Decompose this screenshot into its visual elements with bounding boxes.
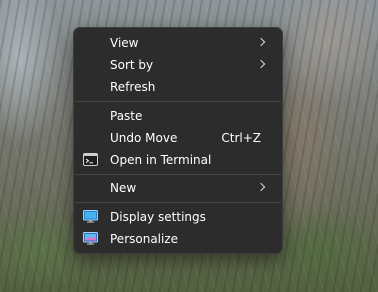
menu-item-view[interactable]: View — [78, 32, 278, 54]
chevron-right-icon — [256, 37, 266, 47]
menu-item-refresh-label: Refresh — [110, 80, 156, 94]
menu-item-open-in-terminal-label: Open in Terminal — [110, 153, 212, 167]
menu-item-paste-label: Paste — [110, 109, 143, 123]
desktop-context-menu: View Sort by Refresh Paste Undo Move Ctr… — [73, 27, 283, 254]
menu-item-new[interactable]: New — [78, 177, 278, 199]
menu-item-display-settings-label: Display settings — [110, 210, 206, 224]
chevron-right-icon — [256, 182, 266, 192]
chevron-right-icon — [256, 59, 266, 69]
personalize-icon — [83, 232, 98, 245]
menu-item-personalize[interactable]: Personalize — [78, 228, 278, 250]
menu-item-new-label: New — [110, 181, 137, 195]
undo-move-shortcut: Ctrl+Z — [221, 131, 261, 145]
menu-item-undo-move-label: Undo Move — [110, 131, 178, 145]
menu-item-view-label: View — [110, 36, 139, 50]
menu-item-sort-by-label: Sort by — [110, 58, 154, 72]
terminal-icon — [83, 153, 98, 166]
menu-item-personalize-label: Personalize — [110, 232, 179, 246]
menu-separator — [75, 101, 281, 102]
menu-item-undo-move[interactable]: Undo Move Ctrl+Z — [78, 127, 278, 149]
menu-item-refresh[interactable]: Refresh — [78, 76, 278, 98]
menu-item-open-in-terminal[interactable]: Open in Terminal — [78, 149, 278, 171]
menu-separator — [75, 174, 281, 175]
menu-separator — [75, 202, 281, 203]
display-settings-icon — [83, 210, 98, 223]
menu-item-paste[interactable]: Paste — [78, 105, 278, 127]
menu-item-display-settings[interactable]: Display settings — [78, 206, 278, 228]
menu-item-sort-by[interactable]: Sort by — [78, 54, 278, 76]
